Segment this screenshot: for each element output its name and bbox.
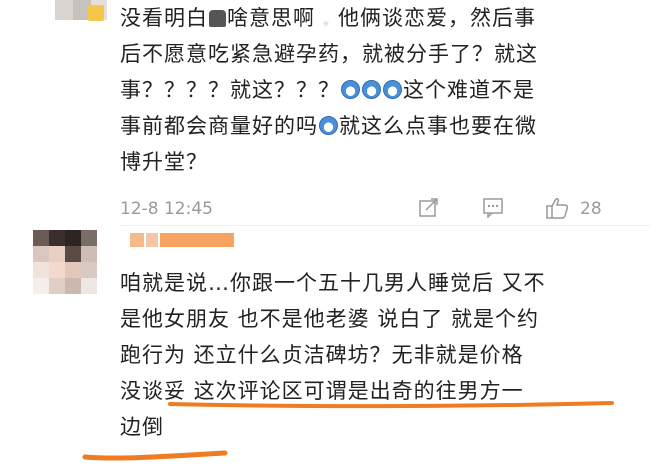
comment-text: 没看明白 啥意思啊 . 他俩谈恋爱，然后事 后不愿意吃紧急避孕药，就被分手了？就这… <box>120 0 640 180</box>
text-segment: 没看明白 <box>120 6 208 30</box>
doge-emoji-icon <box>362 80 381 99</box>
highlight-underline <box>82 401 614 461</box>
comment-line: 咱就是说…你跟一个五十几男人睡觉后 又不 <box>120 265 590 301</box>
comment-timestamp: 12-8 12:45 <box>120 199 213 219</box>
share-icon[interactable] <box>418 196 440 218</box>
doge-emoji-icon <box>383 80 402 99</box>
comment-reply-icon[interactable] <box>482 196 504 218</box>
blurred-text: . <box>315 6 339 30</box>
text-segment: 跑行为 还立什么贞洁碑坊？无非就是价格 <box>120 343 524 367</box>
doge-emoji-icon <box>319 116 338 135</box>
text-segment: 就这么点事也要在微 <box>339 114 537 138</box>
comment-line: 后不愿意吃紧急避孕药，就被分手了？就这 <box>120 36 640 72</box>
doge-emoji-icon <box>341 80 360 99</box>
text-segment: 事前都会商量好的吗 <box>120 114 318 138</box>
username-blurred[interactable] <box>130 233 234 247</box>
comment-line: 是他女朋友 也不是他老婆 说白了 就是个约 <box>120 301 590 337</box>
avatar[interactable] <box>33 230 97 294</box>
text-segment: 咱就是说…你跟一个五十几男人睡觉后 又不 <box>120 271 546 295</box>
text-segment: 啥意思啊 <box>227 6 315 30</box>
text-segment: 事？？？？就这？？？ <box>120 78 340 102</box>
text-segment: 后不愿意吃紧急避孕药，就被分手了？就这 <box>120 42 538 66</box>
divider <box>120 225 650 226</box>
text-segment: 这个难道不是 <box>403 78 535 102</box>
thumbs-up-icon[interactable] <box>545 196 571 220</box>
text-segment: 博升堂？ <box>120 150 208 174</box>
comment-line: 没看明白 啥意思啊 . 他俩谈恋爱，然后事 <box>120 0 640 36</box>
comment-line: 跑行为 还立什么贞洁碑坊？无非就是价格 <box>120 337 590 373</box>
comment-line: 事前都会商量好的吗 就这么点事也要在微 <box>120 108 640 144</box>
comment-line: 博升堂？ <box>120 144 640 180</box>
text-segment: 是他女朋友 也不是他老婆 说白了 就是个约 <box>120 307 540 331</box>
comment-line: 事？？？？就这？？？ 这个难道不是 <box>120 72 640 108</box>
text-segment: 他俩谈恋爱，然后事 <box>338 6 537 30</box>
ghost-icon <box>209 10 226 27</box>
verified-badge <box>88 5 104 21</box>
like-count: 28 <box>580 199 602 219</box>
